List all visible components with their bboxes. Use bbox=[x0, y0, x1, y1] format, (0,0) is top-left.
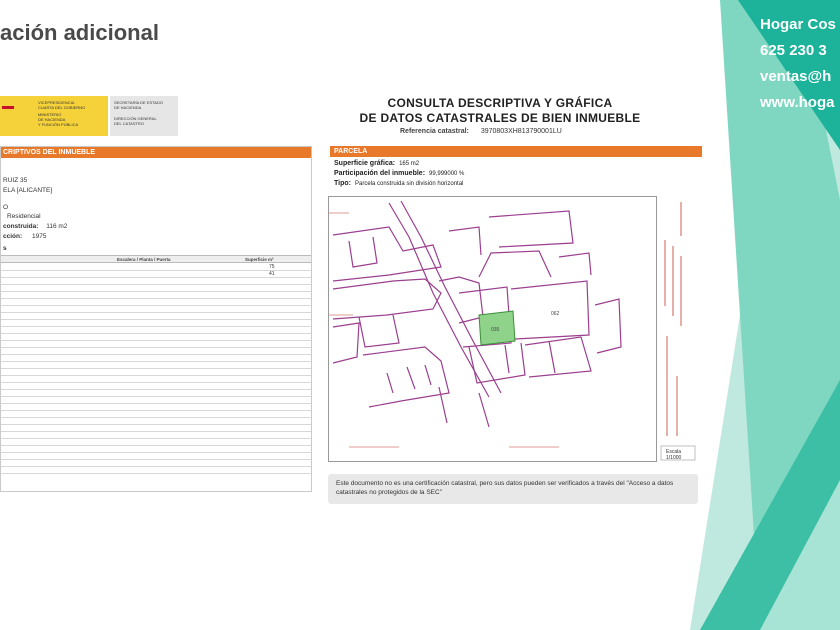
table-row bbox=[1, 312, 311, 313]
agency-contact: Hogar Cos 625 230 3 ventas@h www.hoga bbox=[760, 12, 836, 116]
gov-line: DE HACIENDA bbox=[114, 105, 142, 110]
map-scale: Escala 1/1000 bbox=[666, 449, 681, 461]
table-row bbox=[1, 403, 311, 404]
built-value: 116 m2 bbox=[46, 223, 68, 230]
use-label: O bbox=[3, 204, 9, 211]
legend-drawing bbox=[660, 202, 696, 461]
table-row bbox=[1, 438, 311, 439]
table-row bbox=[1, 424, 311, 425]
table-row bbox=[1, 277, 311, 278]
col-escalera: Escalera / Planta / Puerta bbox=[117, 257, 171, 262]
agency-email: ventas@h bbox=[760, 68, 832, 85]
table-row bbox=[1, 396, 311, 397]
agency-phone: 625 230 3 bbox=[760, 42, 827, 59]
table-row bbox=[1, 375, 311, 376]
table-row bbox=[1, 361, 311, 362]
address-line-2: ELA [ALICANTE] bbox=[3, 187, 53, 194]
table-row bbox=[1, 340, 311, 341]
use-row: Residencial bbox=[3, 213, 41, 220]
doc-title-1: CONSULTA DESCRIPTIVA Y GRÁFICA bbox=[387, 96, 613, 110]
agency-name: Hogar Cos bbox=[760, 16, 836, 33]
year-label: cción: bbox=[3, 233, 23, 240]
table-row bbox=[1, 417, 311, 418]
cadastral-reference: Referencia catastral: 3970803XH813790001… bbox=[400, 128, 562, 135]
year-row: cción: 1975 bbox=[3, 233, 46, 240]
table-row bbox=[1, 284, 311, 285]
gov-line: DEL CATASTRO bbox=[114, 121, 144, 126]
use-value: Residencial bbox=[7, 213, 41, 220]
ref-value: 3970803XH813790001LU bbox=[480, 128, 562, 135]
type-row: Tipo: Parcela construida sin división hor… bbox=[334, 180, 463, 187]
table-row bbox=[1, 382, 311, 383]
col-superficie: Superficie m² bbox=[245, 257, 274, 262]
table-row bbox=[1, 466, 311, 467]
doc-title-2: DE DATOS CATASTRALES DE BIEN INMUEBLE bbox=[359, 111, 641, 125]
type-value: Parcela construida sin división horizont… bbox=[354, 181, 464, 187]
table-row bbox=[1, 291, 311, 292]
built-label: construida: bbox=[3, 223, 39, 230]
agency-web: www.hoga bbox=[760, 94, 835, 111]
table-row bbox=[1, 347, 311, 348]
map-drawing: 035 062 bbox=[329, 200, 622, 448]
table-caption: s bbox=[3, 245, 7, 252]
built-row: construida: 116 m2 bbox=[3, 223, 67, 230]
table-header: Escalera / Planta / Puerta Superficie m² bbox=[1, 255, 311, 263]
table-row bbox=[1, 368, 311, 369]
table-row bbox=[1, 410, 311, 411]
table-row bbox=[1, 452, 311, 453]
table-row bbox=[1, 270, 311, 271]
table-row bbox=[1, 459, 311, 460]
participation-value: 99,999000 % bbox=[429, 171, 465, 177]
ref-label: Referencia catastral: bbox=[400, 128, 469, 135]
participation-row: Participación del inmueble: 99,999000 % bbox=[334, 170, 464, 177]
parcel-label: 035 bbox=[491, 327, 500, 333]
scale-value: 1/1000 bbox=[666, 455, 682, 461]
participation-label: Participación del inmueble: bbox=[334, 170, 426, 177]
parcela-title: PARCELA bbox=[330, 146, 702, 157]
year-value: 1975 bbox=[31, 233, 47, 240]
table-row bbox=[1, 445, 311, 446]
map-legend bbox=[656, 196, 698, 462]
table-row bbox=[1, 473, 311, 474]
table-row bbox=[1, 431, 311, 432]
surface-row: Superficie gráfica: 165 m2 bbox=[334, 160, 419, 167]
gov-line: CUARTA DEL GOBIERNO bbox=[38, 105, 86, 110]
type-label: Tipo: bbox=[334, 180, 351, 187]
map-label: 062 bbox=[551, 311, 560, 317]
address-line-1: RUIZ 35 bbox=[3, 177, 28, 184]
surface-label: Superficie gráfica: bbox=[334, 160, 396, 167]
disclaimer: Este documento no es una certificación c… bbox=[328, 474, 698, 504]
table-row bbox=[1, 354, 311, 355]
table-row bbox=[1, 333, 311, 334]
table-row bbox=[1, 305, 311, 306]
property-data-panel: CRIPTIVOS DEL INMUEBLE RUIZ 35 ELA [ALIC… bbox=[0, 146, 312, 492]
table-row bbox=[1, 326, 311, 327]
table-row bbox=[1, 389, 311, 390]
slide-title: ación adicional bbox=[0, 20, 159, 45]
section-title: CRIPTIVOS DEL INMUEBLE bbox=[1, 147, 311, 158]
table-row bbox=[1, 298, 311, 299]
table-row bbox=[1, 319, 311, 320]
gov-line: Y FUNCIÓN PÚBLICA bbox=[38, 122, 79, 127]
cadastral-map: 035 062 bbox=[328, 196, 698, 462]
surface-value: 165 m2 bbox=[399, 161, 420, 167]
